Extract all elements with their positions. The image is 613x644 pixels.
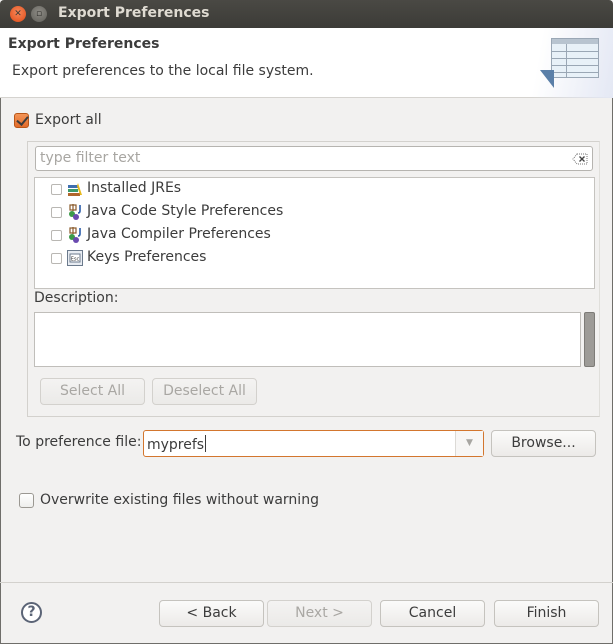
- description-text: [34, 312, 581, 367]
- preference-file-label: To preference file:: [16, 434, 142, 450]
- keys-icon: Esc: [67, 250, 83, 266]
- tree-item[interactable]: Java Code Style Preferences: [35, 201, 594, 223]
- tree-item[interactable]: Esc Keys Preferences: [35, 247, 594, 269]
- tree-item-label: Java Code Style Preferences: [87, 203, 284, 219]
- wizard-title: Export Preferences: [8, 36, 160, 52]
- window-border-left: [0, 28, 1, 644]
- export-all-label[interactable]: Export all: [35, 112, 102, 128]
- finish-button[interactable]: Finish: [494, 600, 599, 627]
- preference-file-value: myprefs: [147, 437, 205, 453]
- tree-item-label: Keys Preferences: [87, 249, 207, 265]
- tree-item-label: Java Compiler Preferences: [87, 226, 271, 242]
- close-window-button[interactable]: ✕: [10, 6, 26, 22]
- java-preferences-icon: [69, 227, 81, 243]
- overwrite-label[interactable]: Overwrite existing files without warning: [40, 492, 319, 508]
- wizard-description: Export preferences to the local file sys…: [12, 63, 314, 79]
- select-all-button[interactable]: Select All: [40, 378, 145, 405]
- tree-item-checkbox[interactable]: [51, 230, 62, 241]
- deselect-all-button[interactable]: Deselect All: [152, 378, 257, 405]
- next-button[interactable]: Next >: [267, 600, 372, 627]
- jre-icon: [68, 183, 82, 196]
- cancel-button[interactable]: Cancel: [380, 600, 485, 627]
- java-preferences-icon: [69, 204, 81, 220]
- title-bar: ✕ ▫ Export Preferences: [0, 0, 613, 28]
- browse-button[interactable]: Browse...: [491, 430, 596, 457]
- footer-separator: [0, 582, 613, 583]
- maximize-icon: ▫: [35, 9, 43, 19]
- export-all-checkbox[interactable]: [14, 113, 29, 128]
- export-arrow-icon: [540, 70, 554, 88]
- wizard-banner: [523, 28, 613, 98]
- filter-placeholder: type filter text: [40, 150, 141, 166]
- table-export-icon: [551, 38, 599, 78]
- filter-input[interactable]: type filter text: [35, 146, 593, 171]
- tree-item[interactable]: Java Compiler Preferences: [35, 224, 594, 246]
- help-icon[interactable]: ?: [21, 602, 42, 623]
- tree-item-checkbox[interactable]: [51, 207, 62, 218]
- close-icon: ✕: [14, 9, 22, 19]
- preference-file-combo[interactable]: myprefs ▼: [143, 430, 484, 457]
- wizard-header: Export Preferences Export preferences to…: [0, 28, 613, 98]
- description-label: Description:: [34, 290, 119, 306]
- preferences-tree[interactable]: Installed JREs Java Code Style Preferenc…: [34, 177, 595, 289]
- tree-item-checkbox[interactable]: [51, 184, 62, 195]
- svg-text:Esc: Esc: [71, 257, 80, 263]
- preference-file-input[interactable]: myprefs: [147, 435, 207, 453]
- clear-text-icon[interactable]: [572, 153, 588, 165]
- maximize-window-button[interactable]: ▫: [31, 6, 47, 22]
- tree-item[interactable]: Installed JREs: [35, 178, 594, 200]
- text-cursor: [205, 435, 207, 452]
- tree-item-label: Installed JREs: [87, 180, 182, 196]
- back-button[interactable]: < Back: [159, 600, 264, 627]
- chevron-down-icon: ▼: [466, 438, 473, 448]
- tree-item-checkbox[interactable]: [51, 253, 62, 264]
- window-title: Export Preferences: [58, 5, 210, 21]
- description-scrollbar[interactable]: [584, 312, 595, 367]
- overwrite-checkbox[interactable]: [19, 493, 34, 508]
- combo-dropdown-button[interactable]: ▼: [455, 431, 483, 456]
